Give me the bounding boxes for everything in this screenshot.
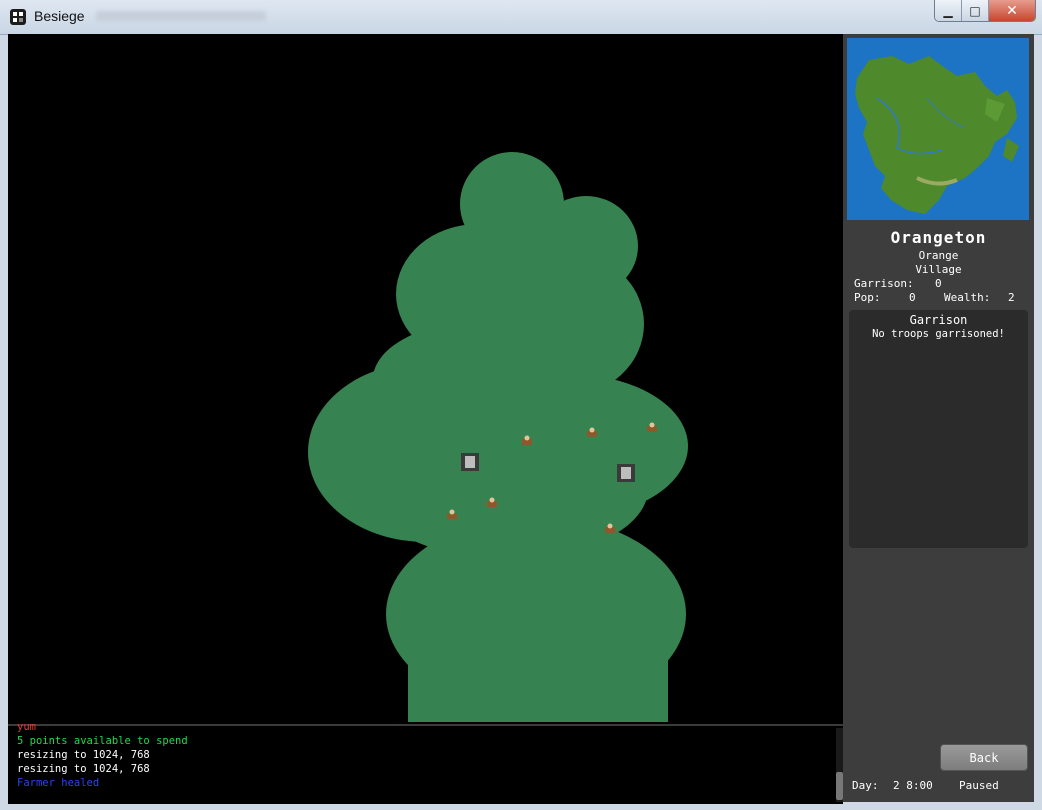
log-line: Farmer healed <box>17 777 100 789</box>
close-button[interactable]: ✕ <box>989 0 1035 21</box>
game-client-area: yum 5 points available to spend resizing t… <box>8 34 1034 804</box>
garrison-panel-title: Garrison <box>909 313 968 327</box>
log-line: 5 points available to spend <box>17 735 188 747</box>
knight-unit-icon[interactable] <box>461 453 479 471</box>
garrison-panel: Garrison No troops garrisoned! <box>849 310 1028 548</box>
minimap-image <box>847 38 1029 220</box>
minimize-button[interactable]: ▁ <box>935 0 962 21</box>
knight-unit-icon[interactable] <box>617 464 635 482</box>
back-button[interactable]: Back <box>940 744 1028 771</box>
garrison-stat-label: Garrison: <box>854 277 914 290</box>
window-titlebar[interactable]: Besiege ▁ □ ✕ <box>0 0 1042 35</box>
log-lines: yum 5 points available to spend resizing t… <box>17 720 188 790</box>
log-scrollbar[interactable] <box>836 728 843 802</box>
location-name: Orangeton <box>890 228 987 247</box>
window-title: Besiege <box>34 8 85 24</box>
world-minimap[interactable] <box>847 38 1029 220</box>
terrain-map[interactable] <box>8 34 843 722</box>
day-label: Day: <box>852 779 879 792</box>
pop-stat-label: Pop: <box>854 291 881 304</box>
log-line: resizing to 1024, 768 <box>17 763 150 775</box>
blurred-title-path <box>96 11 266 21</box>
pause-status: Paused <box>959 779 999 792</box>
window-controls: ▁ □ ✕ <box>934 0 1036 22</box>
app-icon <box>10 9 26 25</box>
maximize-button[interactable]: □ <box>962 0 989 21</box>
map-viewport[interactable] <box>8 34 843 722</box>
log-line: yum <box>17 721 36 733</box>
message-log: yum 5 points available to spend resizing t… <box>8 721 843 804</box>
day-time-value: 2 8:00 <box>893 779 933 792</box>
location-faction: Orange <box>918 249 959 262</box>
location-type: Village <box>915 263 962 276</box>
garrison-empty-message: No troops garrisoned! <box>872 328 1005 340</box>
settlement-grass-area <box>308 152 688 722</box>
log-scrollbar-thumb[interactable] <box>836 772 843 800</box>
info-sidebar: Orangeton Orange Village Garrison: 0 Pop… <box>843 34 1034 802</box>
pop-stat-value: 0 <box>909 291 916 304</box>
garrison-stat-value: 0 <box>935 277 942 290</box>
wealth-stat-value: 2 <box>1008 291 1015 304</box>
wealth-stat-label: Wealth: <box>944 291 991 304</box>
log-line: resizing to 1024, 768 <box>17 749 150 761</box>
